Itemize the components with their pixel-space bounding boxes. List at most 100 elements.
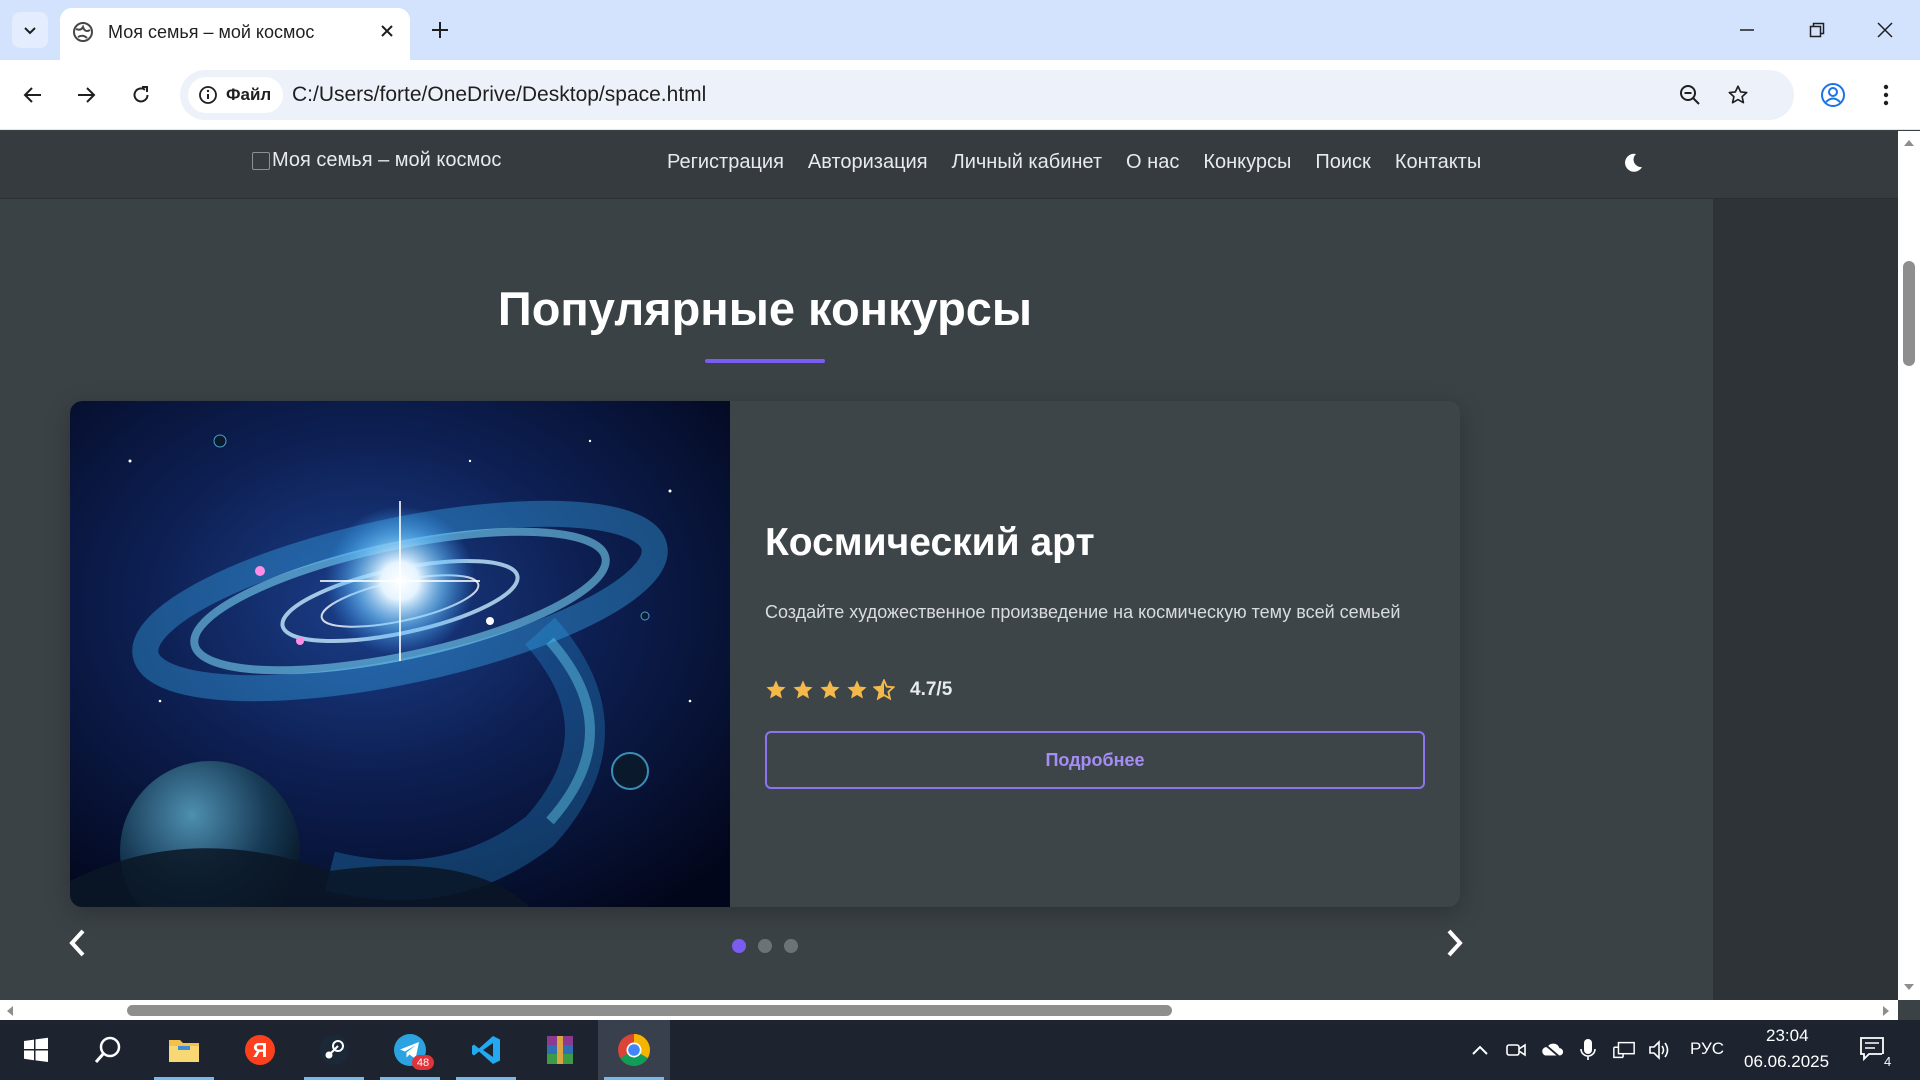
tray-volume[interactable] [1648, 1038, 1672, 1062]
bookmark-button[interactable] [1720, 77, 1756, 113]
section-title: Популярные конкурсы [497, 282, 1033, 335]
scroll-down-arrow-icon[interactable] [1903, 983, 1915, 991]
reload-button[interactable] [123, 77, 159, 113]
close-window-button[interactable] [1850, 0, 1920, 60]
vertical-scrollbar[interactable] [1898, 131, 1920, 1000]
minimize-icon [1740, 29, 1754, 31]
arrow-right-icon [78, 87, 96, 103]
kebab-menu-icon [1883, 84, 1889, 106]
tray-meet-now[interactable] [1504, 1038, 1528, 1062]
chevron-up-icon [1472, 1045, 1488, 1055]
profile-button[interactable] [1815, 77, 1851, 113]
scroll-up-arrow-icon[interactable] [1903, 139, 1915, 147]
taskbar-chrome[interactable] [598, 1020, 670, 1080]
taskbar-vscode[interactable] [450, 1020, 522, 1080]
clock-time[interactable]: 23:04 [1766, 1026, 1809, 1046]
carousel-next-button[interactable] [1440, 924, 1470, 962]
search-icon [94, 1036, 121, 1063]
tray-onedrive[interactable] [1540, 1038, 1564, 1062]
carousel-dot-1[interactable] [732, 939, 746, 953]
taskbar-steam[interactable] [298, 1020, 370, 1080]
page-side-strip [1713, 199, 1898, 1000]
contest-rating: 4.7/5 [765, 679, 952, 701]
horizontal-scroll-thumb[interactable] [127, 1005, 1172, 1016]
browser-toolbar: Файл C:/Users/forte/OneDrive/Desktop/spa… [0, 60, 1920, 130]
address-bar[interactable]: Файл C:/Users/forte/OneDrive/Desktop/spa… [180, 70, 1794, 120]
globe-icon [73, 22, 93, 42]
site-chip-label: Файл [226, 85, 272, 104]
minimize-button[interactable] [1712, 0, 1782, 60]
horizontal-scrollbar[interactable] [0, 1000, 1898, 1020]
chevron-left-icon [69, 929, 85, 957]
menu-item-login[interactable]: Авторизация [796, 151, 940, 174]
tray-network[interactable] [1612, 1038, 1636, 1062]
carousel-dot-3[interactable] [784, 939, 798, 953]
carousel-dots [732, 939, 798, 953]
telegram-unread-badge: 48 [412, 1055, 434, 1070]
star-full-icon [847, 680, 867, 699]
tab-title: Моя семья – мой космос [108, 22, 315, 42]
chrome-icon [618, 1034, 650, 1066]
tab-close-button[interactable] [374, 18, 400, 44]
site-header: Моя семья – мой космос Регистрация Автор… [0, 131, 1898, 199]
star-full-icon [793, 680, 813, 699]
close-icon [1877, 22, 1893, 38]
menu-item-contacts[interactable]: Контакты [1383, 151, 1493, 174]
profile-icon [1821, 83, 1845, 107]
moon-icon [1625, 153, 1642, 172]
taskbar-file-explorer[interactable] [148, 1020, 220, 1080]
rating-value: 4.7/5 [910, 679, 953, 700]
close-icon [381, 25, 393, 37]
taskbar-yandex-browser[interactable]: Я [224, 1020, 296, 1080]
vscode-icon [472, 1036, 500, 1064]
tab-search-button[interactable] [12, 12, 48, 48]
tray-microphone[interactable] [1576, 1038, 1600, 1062]
plus-icon [432, 22, 448, 38]
microphone-icon [1580, 1039, 1596, 1060]
carousel-prev-button[interactable] [62, 924, 92, 962]
menu-item-registration[interactable]: Регистрация [655, 151, 796, 174]
restore-button[interactable] [1782, 0, 1852, 60]
taskbar-search-button[interactable] [72, 1020, 144, 1080]
menu-item-about[interactable]: О нас [1114, 151, 1191, 174]
site-info-chip[interactable]: Файл [188, 77, 284, 113]
windows-logo-icon [24, 1037, 48, 1062]
clock-date[interactable]: 06.06.2025 [1744, 1052, 1829, 1072]
cloud-offline-icon [1542, 1041, 1564, 1060]
zoom-button[interactable] [1672, 77, 1708, 113]
reload-icon [133, 86, 149, 103]
svg-text:Я: Я [253, 1040, 267, 1062]
taskbar-telegram[interactable]: 48 [374, 1020, 446, 1080]
start-button[interactable] [0, 1020, 72, 1080]
details-button[interactable]: Подробнее [765, 731, 1425, 789]
tray-overflow-button[interactable] [1468, 1038, 1492, 1062]
notification-count: 4 [1882, 1054, 1894, 1069]
winrar-icon [547, 1036, 573, 1064]
scroll-left-arrow-icon[interactable] [6, 1005, 14, 1017]
menu-button[interactable] [1868, 77, 1904, 113]
browser-tab[interactable]: Моя семья – мой космос [60, 8, 410, 60]
back-button[interactable] [15, 77, 51, 113]
restore-icon [1809, 22, 1825, 38]
forward-button[interactable] [68, 77, 104, 113]
new-tab-button[interactable] [422, 12, 458, 48]
language-indicator[interactable]: РУС [1690, 1039, 1724, 1059]
vertical-scroll-thumb[interactable] [1903, 261, 1915, 366]
windows-taskbar: Я 48 РУС 23:04 06.06.2025 4 [0, 1020, 1920, 1080]
steam-icon [319, 1035, 349, 1065]
menu-item-contests[interactable]: Конкурсы [1191, 151, 1303, 174]
contest-image [70, 401, 730, 907]
site-logo[interactable]: Моя семья – мой космос [252, 149, 501, 172]
scroll-right-arrow-icon[interactable] [1882, 1005, 1890, 1017]
url-text[interactable]: C:/Users/forte/OneDrive/Desktop/space.ht… [292, 83, 706, 107]
info-icon [199, 86, 217, 104]
star-full-icon [766, 680, 786, 699]
theme-toggle-button[interactable] [1617, 147, 1649, 179]
broken-image-icon [252, 151, 270, 170]
star-full-icon [820, 680, 840, 699]
taskbar-winrar[interactable] [524, 1020, 596, 1080]
menu-item-account[interactable]: Личный кабинет [940, 151, 1114, 174]
menu-item-search[interactable]: Поиск [1303, 151, 1382, 174]
video-camera-icon [1506, 1043, 1526, 1057]
carousel-dot-2[interactable] [758, 939, 772, 953]
